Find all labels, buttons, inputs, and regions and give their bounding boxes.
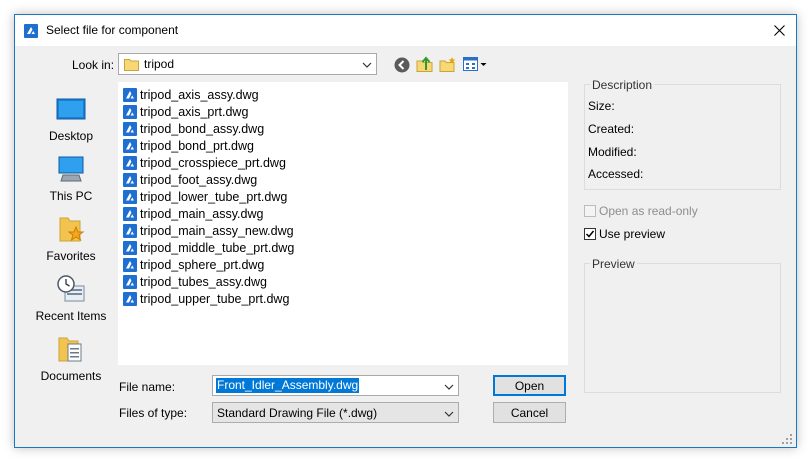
resize-grip-icon[interactable] [781, 433, 793, 445]
open-button[interactable]: Open [493, 375, 566, 396]
file-list-item[interactable]: tripod_axis_prt.dwg [123, 103, 248, 120]
file-list-item[interactable]: tripod_main_assy_new.dwg [123, 222, 294, 239]
file-list-item[interactable]: tripod_main_assy.dwg [123, 205, 263, 222]
documents-icon [58, 337, 82, 362]
cancel-button[interactable]: Cancel [493, 402, 566, 423]
file-type-value: Standard Drawing File (*.dwg) [217, 406, 378, 420]
place-documents[interactable]: Documents [23, 328, 119, 386]
file-name: tripod_bond_prt.dwg [140, 138, 254, 153]
file-list-item[interactable]: tripod_middle_tube_prt.dwg [123, 239, 294, 256]
file-list-item[interactable]: tripod_axis_assy.dwg [123, 86, 259, 103]
read-only-checkbox[interactable]: Open as read-only [584, 204, 774, 218]
file-dialog: Select file for component Look in: tripo… [14, 14, 797, 448]
views-menu-button[interactable] [463, 56, 489, 73]
favorites-icon [59, 217, 85, 242]
dwg-file-icon [123, 223, 137, 238]
file-list-item[interactable]: tripod_bond_assy.dwg [123, 120, 264, 137]
close-icon [773, 25, 785, 36]
chevron-down-icon [444, 384, 454, 390]
check-icon [585, 230, 595, 238]
place-favorites[interactable]: Favorites [23, 208, 119, 266]
file-name-label: File name: [119, 380, 176, 394]
file-name: tripod_sphere_prt.dwg [140, 257, 265, 272]
chevron-down-icon [362, 62, 372, 68]
place-recent-items[interactable]: Recent Items [23, 268, 119, 326]
file-type-dropdown[interactable]: Standard Drawing File (*.dwg) [212, 402, 459, 423]
file-list-item[interactable]: tripod_upper_tube_prt.dwg [123, 290, 289, 307]
file-name: tripod_axis_assy.dwg [140, 87, 259, 102]
file-list-item[interactable]: tripod_bond_prt.dwg [123, 137, 254, 154]
dwg-file-icon [123, 138, 137, 153]
created-label: Created: [588, 122, 635, 136]
dwg-file-icon [123, 172, 137, 187]
dwg-file-icon [123, 189, 137, 204]
use-preview-box [584, 228, 596, 240]
place-label: Favorites [46, 249, 96, 263]
file-list[interactable]: tripod_axis_assy.dwg tripod_axis_prt.dwgt… [118, 82, 568, 365]
place-label: This PC [49, 189, 93, 203]
look-in-value: tripod [144, 57, 175, 71]
chevron-down-icon [444, 411, 454, 417]
places-bar: Desktop This PC Favorites Recent Items D… [23, 82, 119, 423]
file-name-input[interactable]: Front_Idler_Assembly.dwg [212, 375, 459, 396]
file-name: tripod_crosspiece_prt.dwg [140, 155, 286, 170]
file-name: tripod_main_assy.dwg [140, 206, 264, 221]
dwg-file-icon [123, 291, 137, 306]
views-menu-icon [463, 57, 487, 71]
read-only-label: Open as read-only [599, 204, 698, 218]
close-button[interactable] [762, 15, 796, 46]
dwg-file-icon [123, 257, 137, 272]
file-list-item[interactable]: tripod_crosspiece_prt.dwg [123, 154, 286, 171]
place-label: Desktop [48, 129, 94, 143]
file-name: tripod_foot_assy.dwg [140, 172, 258, 187]
file-list-item[interactable]: tripod_tubes_assy.dwg [123, 273, 267, 290]
dialog-title: Select file for component [46, 23, 179, 37]
title-bar[interactable]: Select file for component [15, 15, 796, 46]
dwg-file-icon [123, 155, 137, 170]
dwg-file-icon [123, 206, 137, 221]
dwg-file-icon [123, 87, 137, 102]
back-icon[interactable] [394, 57, 410, 73]
file-name: tripod_middle_tube_prt.dwg [140, 240, 295, 255]
desktop-icon [56, 98, 86, 120]
file-name: tripod_lower_tube_prt.dwg [140, 189, 288, 204]
folder-icon [124, 59, 139, 71]
look-in-dropdown[interactable]: tripod [118, 53, 377, 75]
modified-label: Modified: [588, 145, 637, 159]
file-list-item[interactable]: tripod_foot_assy.dwg [123, 171, 257, 188]
dwg-file-icon [123, 104, 137, 119]
preview-title: Preview [590, 257, 637, 271]
use-preview-label: Use preview [599, 227, 666, 241]
file-list-item[interactable]: tripod_lower_tube_prt.dwg [123, 188, 287, 205]
place-label: Recent Items [35, 309, 107, 323]
recent-items-icon [57, 275, 85, 302]
file-name: tripod_bond_assy.dwg [140, 121, 265, 136]
place-this-pc[interactable]: This PC [23, 148, 119, 206]
up-folder-icon[interactable] [416, 55, 434, 73]
file-list-item[interactable]: tripod_sphere_prt.dwg [123, 256, 264, 273]
use-preview-checkbox[interactable]: Use preview [584, 227, 774, 241]
new-folder-icon[interactable] [439, 56, 457, 73]
file-name: tripod_main_assy_new.dwg [140, 223, 294, 238]
place-desktop[interactable]: Desktop [23, 88, 119, 146]
file-name-value: Front_Idler_Assembly.dwg [216, 378, 360, 393]
file-name: tripod_tubes_assy.dwg [140, 274, 267, 289]
dwg-file-icon [123, 240, 137, 255]
read-only-box [584, 205, 596, 217]
app-icon [24, 24, 38, 38]
preview-group [584, 263, 781, 393]
description-title: Description [590, 78, 655, 92]
file-name: tripod_upper_tube_prt.dwg [140, 291, 290, 306]
size-label: Size: [588, 99, 615, 113]
place-label: Documents [40, 369, 102, 383]
file-type-label: Files of type: [119, 406, 188, 420]
look-in-label: Look in: [72, 58, 115, 72]
accessed-label: Accessed: [588, 167, 644, 181]
file-name: tripod_axis_prt.dwg [140, 104, 249, 119]
dwg-file-icon [123, 121, 137, 136]
dwg-file-icon [123, 274, 137, 289]
computer-icon [58, 156, 84, 182]
